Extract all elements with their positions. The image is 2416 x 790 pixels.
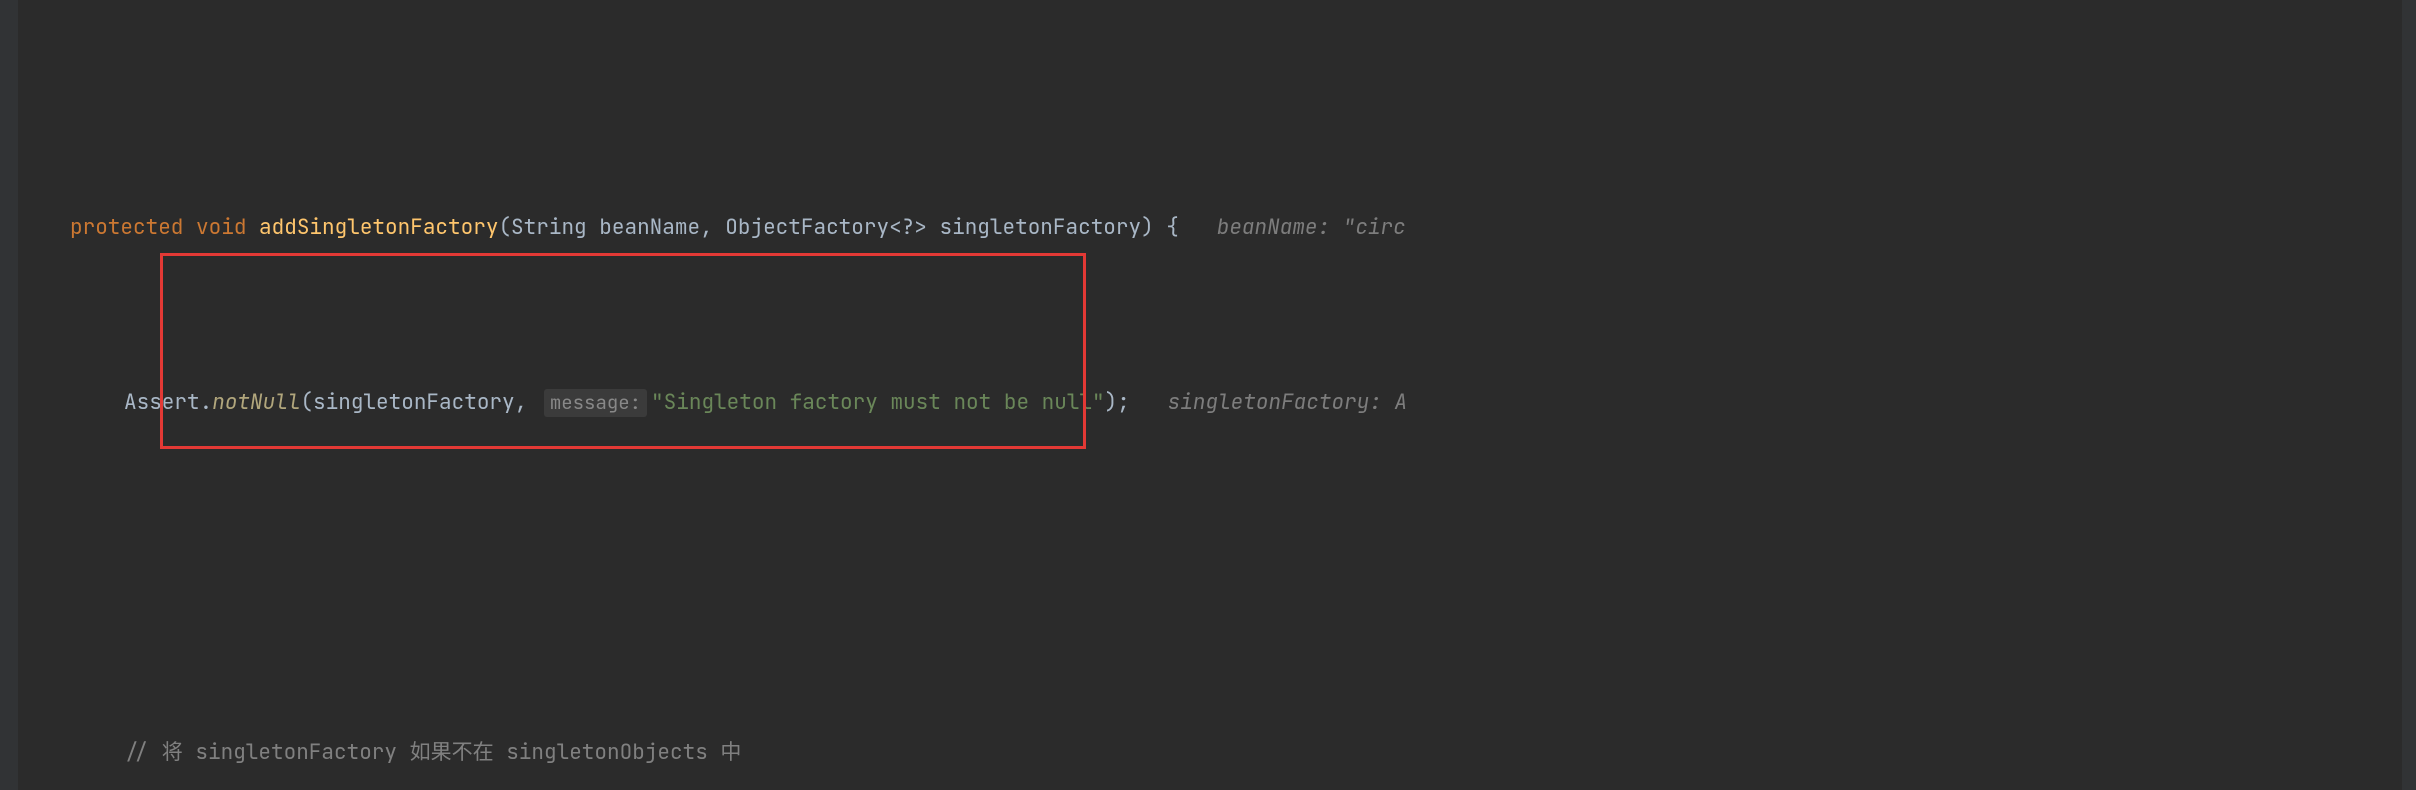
text: ,	[700, 214, 725, 241]
code-line[interactable]	[0, 560, 2416, 595]
code-editor[interactable]: protected void addSingletonFactory(Strin…	[0, 0, 2416, 790]
comment: // 将 singletonFactory 如果不在 singletonObje…	[124, 739, 741, 766]
keyword-protected: protected	[70, 214, 183, 241]
param-hint: message:	[544, 389, 647, 417]
text: Assert	[124, 389, 200, 416]
text: );	[1105, 389, 1130, 416]
arg: singletonFactory	[313, 389, 515, 416]
code-line[interactable]: protected void addSingletonFactory(Strin…	[0, 210, 2416, 245]
inline-hint: singletonFactory: A	[1168, 389, 1407, 416]
string-literal: "Singleton factory must not be null"	[651, 389, 1105, 416]
text: (	[498, 214, 511, 241]
param-type: ObjectFactory<?>	[725, 214, 927, 241]
text: ,	[515, 389, 540, 416]
method-name: addSingletonFactory	[259, 214, 498, 241]
method-call: notNull	[212, 389, 300, 416]
param-type: String	[511, 214, 587, 241]
inline-hint: beanName: "circ	[1217, 214, 1406, 241]
text: ) {	[1141, 214, 1179, 241]
param-name: beanName	[599, 214, 700, 241]
code-line[interactable]: Assert.notNull(singletonFactory, message…	[0, 385, 2416, 420]
code-line[interactable]: // 将 singletonFactory 如果不在 singletonObje…	[0, 735, 2416, 770]
param-name: singletonFactory	[940, 214, 1142, 241]
text: .	[200, 389, 213, 416]
text: (	[300, 389, 313, 416]
keyword-void: void	[196, 214, 246, 241]
